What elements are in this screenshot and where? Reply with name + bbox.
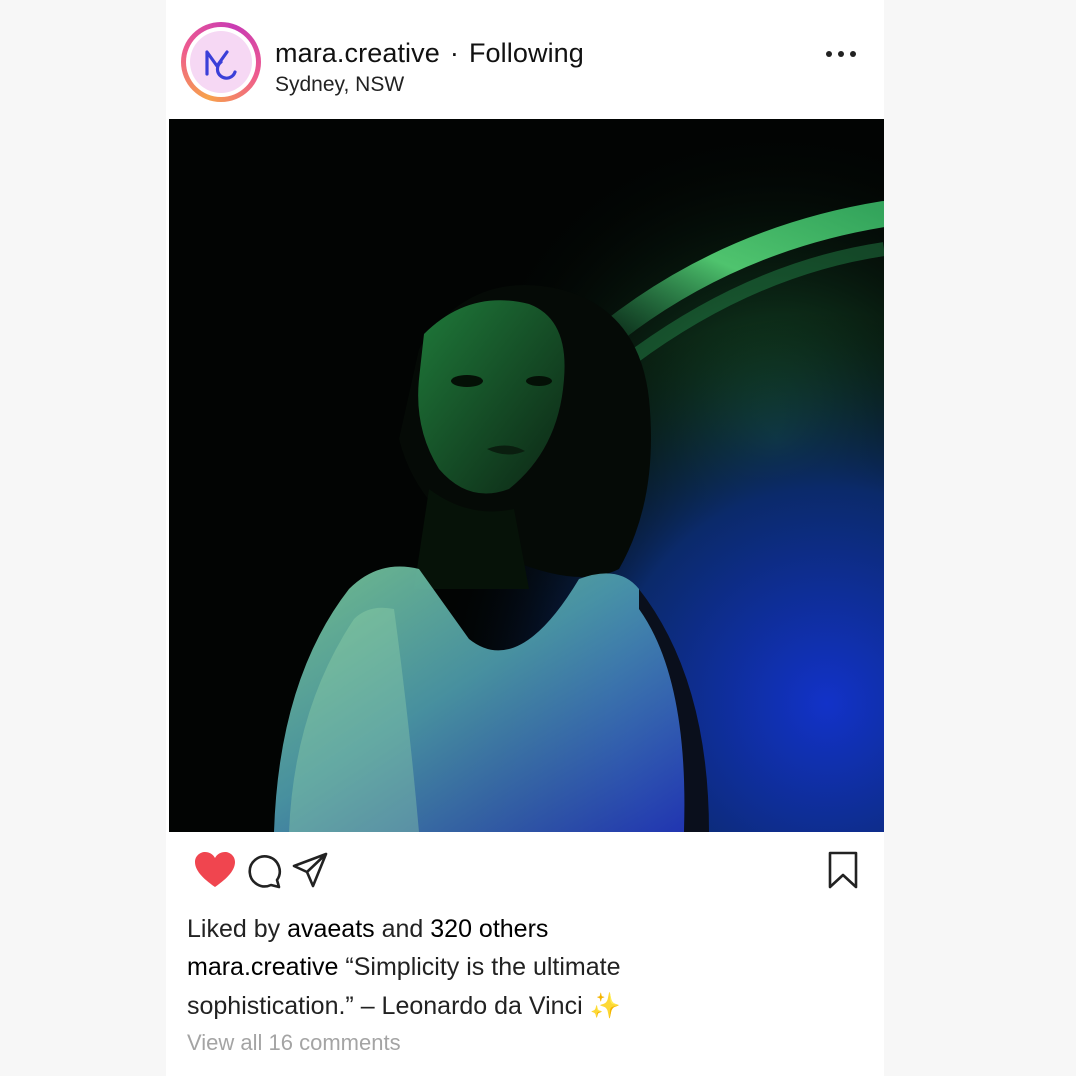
bookmark-icon[interactable] bbox=[826, 850, 860, 895]
likes-count-link[interactable]: 320 others bbox=[430, 915, 548, 943]
likes-summary: Liked by avaeats and 320 others bbox=[187, 915, 549, 943]
post-card: mara.creative · Following Sydney, NSW Li… bbox=[166, 0, 884, 1076]
more-options-icon[interactable] bbox=[826, 46, 856, 62]
location-link[interactable]: Sydney, NSW bbox=[275, 73, 404, 97]
username-link[interactable]: mara.creative bbox=[275, 38, 440, 68]
send-icon[interactable] bbox=[291, 851, 329, 894]
post-caption: mara.creative “Simplicity is the ultimat… bbox=[187, 948, 747, 1026]
heart-icon[interactable] bbox=[194, 851, 236, 894]
comment-icon[interactable] bbox=[246, 853, 282, 894]
liked-by-user-link[interactable]: avaeats bbox=[287, 915, 375, 943]
following-button[interactable]: Following bbox=[469, 38, 584, 68]
caption-username-link[interactable]: mara.creative bbox=[187, 953, 338, 981]
post-header-title: mara.creative · Following bbox=[275, 38, 584, 69]
avatar[interactable] bbox=[181, 22, 261, 102]
separator-dot: · bbox=[449, 38, 459, 68]
post-photo[interactable] bbox=[169, 119, 884, 832]
avatar-logo-icon bbox=[190, 31, 252, 93]
sparkles-icon: ✨ bbox=[589, 992, 621, 1020]
view-comments-link[interactable]: View all 16 comments bbox=[187, 1030, 401, 1056]
